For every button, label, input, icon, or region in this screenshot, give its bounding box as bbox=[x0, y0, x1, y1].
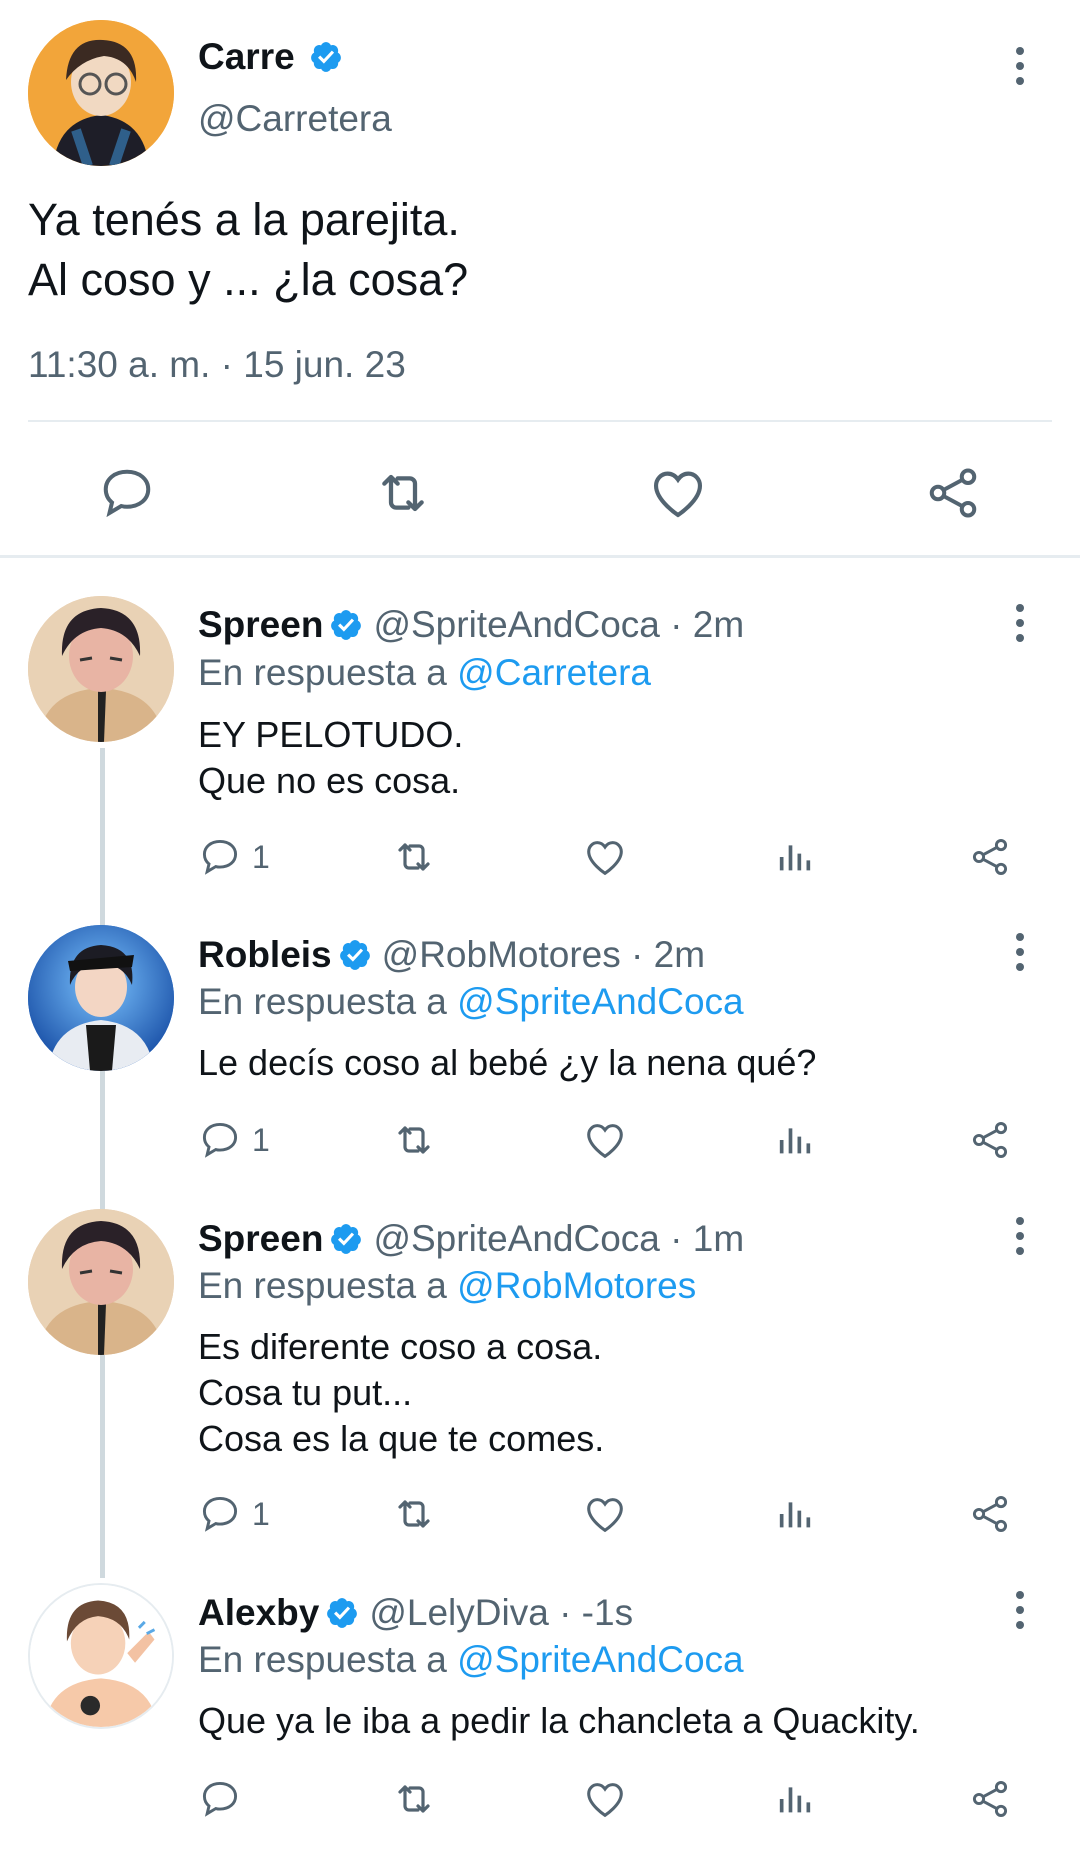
tweet-text-line: Ya tenés a la parejita. bbox=[28, 194, 460, 245]
reply-context: En respuesta a @SpriteAndCoca bbox=[198, 981, 744, 1023]
reply-action-bar: 1 bbox=[198, 827, 1028, 887]
retweet-icon[interactable] bbox=[368, 448, 438, 538]
reply-text: Le decís coso al bebé ¿y la nena qué? bbox=[198, 1042, 817, 1083]
reply-author-name[interactable]: Robleis bbox=[198, 934, 332, 976]
reply-header: Spreen @SpriteAndCoca · 1m bbox=[198, 1218, 744, 1260]
reply-text: EY PELOTUDO. Que no es cosa. bbox=[198, 714, 464, 801]
mention-link[interactable]: @SpriteAndCoca bbox=[457, 1639, 743, 1680]
reply-prefix: En respuesta a bbox=[198, 1265, 447, 1306]
tweet-action-bar bbox=[0, 448, 1080, 538]
reply-button[interactable]: 1 bbox=[198, 1484, 270, 1544]
reply-author-handle[interactable]: @SpriteAndCoca · 1m bbox=[373, 1218, 744, 1260]
tweet-text-line: Al coso y ... ¿la cosa? bbox=[28, 254, 469, 305]
share-icon[interactable] bbox=[968, 827, 1012, 887]
avatar[interactable] bbox=[28, 925, 174, 1071]
like-icon[interactable] bbox=[643, 448, 713, 538]
author-name-row[interactable]: Carre bbox=[198, 36, 343, 78]
share-icon[interactable] bbox=[968, 1484, 1012, 1544]
reply-header: Spreen @SpriteAndCoca · 2m bbox=[198, 604, 744, 646]
verified-badge-icon bbox=[309, 40, 343, 74]
thread-line bbox=[100, 748, 105, 1578]
reply-header: Robleis @RobMotores · 2m bbox=[198, 934, 705, 976]
avatar[interactable] bbox=[28, 1209, 174, 1355]
retweet-icon[interactable] bbox=[390, 827, 438, 887]
reply-button[interactable]: 1 bbox=[198, 827, 270, 887]
share-icon[interactable] bbox=[968, 1110, 1012, 1170]
analytics-icon[interactable] bbox=[775, 1769, 815, 1829]
author-name[interactable]: Carre bbox=[198, 36, 295, 78]
tweet-timestamp[interactable]: 11:30 a. m. · 15 jun. 23 bbox=[28, 344, 406, 386]
reply-action-bar bbox=[198, 1769, 1028, 1829]
mention-link[interactable]: @Carretera bbox=[457, 652, 651, 693]
reply-count: 1 bbox=[252, 1121, 270, 1158]
more-options-icon[interactable] bbox=[1008, 593, 1032, 653]
more-options-icon[interactable] bbox=[1008, 36, 1032, 96]
more-options-icon[interactable] bbox=[1008, 1206, 1032, 1266]
reply-author-name[interactable]: Spreen bbox=[198, 604, 323, 646]
analytics-icon[interactable] bbox=[775, 1110, 815, 1170]
reply-button[interactable] bbox=[198, 1769, 252, 1829]
reply-author-name[interactable]: Spreen bbox=[198, 1218, 323, 1260]
reply-author-handle[interactable]: @RobMotores · 2m bbox=[382, 934, 705, 976]
avatar[interactable] bbox=[28, 1583, 174, 1729]
reply-icon[interactable] bbox=[92, 448, 162, 538]
more-options-icon[interactable] bbox=[1008, 922, 1032, 982]
reply-icon bbox=[202, 1781, 238, 1817]
analytics-icon[interactable] bbox=[775, 1484, 815, 1544]
like-icon[interactable] bbox=[582, 1484, 628, 1544]
reply-author-handle[interactable]: @LelyDiva · -1s bbox=[369, 1592, 633, 1634]
reply-prefix: En respuesta a bbox=[198, 1639, 447, 1680]
avatar[interactable] bbox=[28, 20, 174, 166]
like-icon[interactable] bbox=[582, 1769, 628, 1829]
reply-text: Que ya le iba a pedir la chancleta a Qua… bbox=[198, 1700, 920, 1741]
reply-button[interactable]: 1 bbox=[198, 1110, 270, 1170]
reply-icon bbox=[202, 839, 238, 875]
reply-icon bbox=[202, 1496, 238, 1532]
retweet-icon[interactable] bbox=[390, 1484, 438, 1544]
divider bbox=[28, 420, 1052, 422]
reply-count: 1 bbox=[252, 838, 270, 875]
retweet-icon[interactable] bbox=[390, 1110, 438, 1170]
reply-prefix: En respuesta a bbox=[198, 652, 447, 693]
verified-badge-icon bbox=[325, 1596, 359, 1630]
mention-link[interactable]: @RobMotores bbox=[457, 1265, 696, 1306]
share-icon[interactable] bbox=[968, 1769, 1012, 1829]
reply-action-bar: 1 bbox=[198, 1484, 1028, 1544]
like-icon[interactable] bbox=[582, 1110, 628, 1170]
reply-author-handle[interactable]: @SpriteAndCoca · 2m bbox=[373, 604, 744, 646]
mention-link[interactable]: @SpriteAndCoca bbox=[457, 981, 743, 1022]
reply-header: Alexby @LelyDiva · -1s bbox=[198, 1592, 633, 1634]
author-handle[interactable]: @Carretera bbox=[198, 98, 392, 140]
reply-context: En respuesta a @SpriteAndCoca bbox=[198, 1639, 744, 1681]
reply-text: Es diferente coso a cosa. Cosa tu put...… bbox=[198, 1326, 605, 1459]
analytics-icon[interactable] bbox=[775, 827, 815, 887]
verified-badge-icon bbox=[329, 608, 363, 642]
reply-icon bbox=[202, 1122, 238, 1158]
like-icon[interactable] bbox=[582, 827, 628, 887]
reply-context: En respuesta a @RobMotores bbox=[198, 1265, 696, 1307]
reply-author-name[interactable]: Alexby bbox=[198, 1592, 319, 1634]
avatar[interactable] bbox=[28, 596, 174, 742]
tweet-text: Ya tenés a la parejita. Al coso y ... ¿l… bbox=[28, 190, 468, 310]
reply-action-bar: 1 bbox=[198, 1110, 1028, 1170]
verified-badge-icon bbox=[329, 1222, 363, 1256]
more-options-icon[interactable] bbox=[1008, 1580, 1032, 1640]
reply-prefix: En respuesta a bbox=[198, 981, 447, 1022]
divider bbox=[0, 555, 1080, 558]
retweet-icon[interactable] bbox=[390, 1769, 438, 1829]
share-icon[interactable] bbox=[918, 448, 988, 538]
verified-badge-icon bbox=[338, 938, 372, 972]
reply-count: 1 bbox=[252, 1495, 270, 1532]
reply-context: En respuesta a @Carretera bbox=[198, 652, 651, 694]
